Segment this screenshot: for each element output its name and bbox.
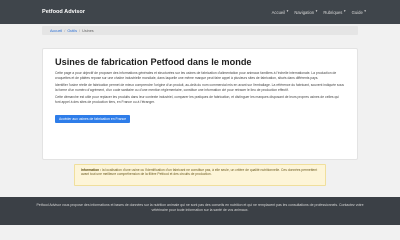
nav-item-label: Rubriques [323, 9, 343, 15]
nav-item-label: Navigation [294, 9, 315, 15]
footer-disclaimer: Petfood Advisor vous propose des informa… [36, 203, 364, 213]
context-paragraph: Cette démarche est utile pour replacer l… [55, 95, 339, 104]
breadcrumb-separator: / [64, 28, 66, 33]
breadcrumb-separator: / [79, 28, 81, 33]
info-label: Information : [81, 168, 102, 172]
france-factories-button[interactable]: Accéder aux usines de fabrication en Fra… [55, 115, 131, 124]
site-footer: Petfood Advisor vous propose des informa… [0, 197, 400, 225]
page-title: Usines de fabrication Petfood dans le mo… [55, 57, 252, 67]
nav-item-label: Guide [351, 9, 363, 15]
main-content-card: Usines de fabrication Petfood dans le mo… [42, 48, 358, 160]
nav-item-accueil[interactable]: Accueil ▾ [271, 9, 289, 15]
nav-item-navigation[interactable]: Navigation ▾ [294, 9, 318, 15]
info-alert: Information : la localisation d'une usin… [74, 164, 326, 186]
breadcrumb-current: Usines [82, 28, 94, 33]
nav-item-label: Accueil [271, 9, 286, 15]
breadcrumb-link-outils[interactable]: Outils [67, 29, 77, 33]
chevron-down-icon: ▾ [364, 9, 366, 14]
brand-logo[interactable]: Petfood Advisor [42, 9, 85, 15]
nav-item-rubriques[interactable]: Rubriques ▾ [323, 9, 346, 15]
info-text: la localisation d'une usine ou l'identif… [81, 168, 318, 177]
nav-item-guide[interactable]: Guide ▾ [351, 9, 366, 15]
chevron-down-icon: ▾ [315, 9, 318, 14]
manufacturer-paragraph: Identifier l'usine réelle de fabrication… [55, 83, 344, 92]
top-navbar: Petfood Advisor Accueil ▾ Navigation ▾ R… [0, 0, 400, 24]
chevron-down-icon: ▾ [343, 9, 346, 14]
nav-menu: Accueil ▾ Navigation ▾ Rubriques ▾ Guide… [271, 9, 366, 15]
breadcrumb: Accueil / Outils / Usines [42, 26, 358, 35]
chevron-down-icon: ▾ [286, 9, 289, 14]
breadcrumb-link-accueil[interactable]: Accueil [50, 29, 62, 33]
intro-paragraph: Cette page a pour objectif de proposer d… [55, 71, 337, 80]
